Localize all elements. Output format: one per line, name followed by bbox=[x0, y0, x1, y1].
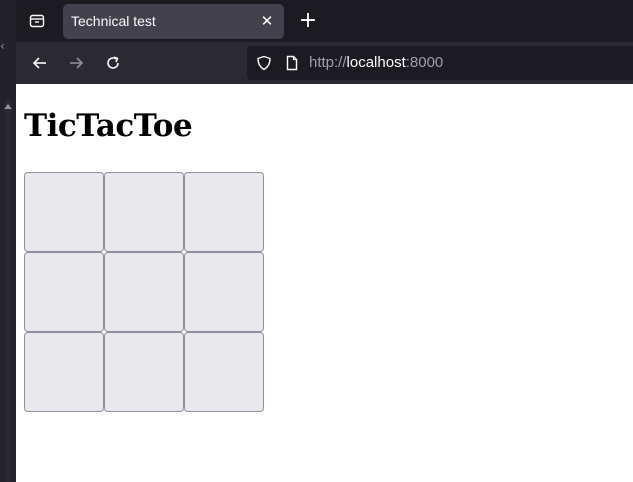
tab-technical-test[interactable]: Technical test ✕ bbox=[63, 4, 284, 39]
board-cell[interactable] bbox=[24, 172, 104, 252]
url-host: localhost bbox=[346, 54, 406, 71]
board-cell[interactable] bbox=[24, 252, 104, 332]
board-cell[interactable] bbox=[104, 252, 184, 332]
scrollbar[interactable] bbox=[5, 100, 11, 482]
tictactoe-board bbox=[24, 172, 264, 412]
board-cell[interactable] bbox=[104, 172, 184, 252]
chevron-left-icon: ‹ bbox=[0, 39, 5, 53]
tab-list-icon bbox=[29, 14, 45, 28]
tab-strip: Technical test ✕ + bbox=[16, 0, 633, 42]
board-cell[interactable] bbox=[24, 332, 104, 412]
board-cell[interactable] bbox=[184, 332, 264, 412]
back-arrow-icon bbox=[32, 57, 46, 69]
board-cell[interactable] bbox=[104, 332, 184, 412]
page-icon[interactable] bbox=[284, 55, 300, 71]
tab-title: Technical test bbox=[71, 13, 156, 29]
forward-arrow-icon bbox=[70, 57, 84, 69]
shield-icon[interactable] bbox=[256, 55, 272, 71]
page-content: TicTacToe bbox=[16, 84, 633, 482]
url-bar[interactable]: http://localhost:8000 bbox=[247, 46, 633, 80]
reload-icon bbox=[107, 56, 119, 69]
url-port: :8000 bbox=[405, 54, 444, 71]
board-cell[interactable] bbox=[184, 172, 264, 252]
reload-button[interactable] bbox=[98, 49, 128, 77]
navigation-toolbar: http://localhost:8000 bbox=[16, 42, 633, 84]
page-title: TicTacToe bbox=[24, 108, 193, 144]
close-icon[interactable]: ✕ bbox=[256, 10, 278, 32]
forward-button[interactable] bbox=[61, 49, 91, 77]
url-scheme: http:// bbox=[309, 54, 347, 71]
new-tab-button[interactable]: + bbox=[294, 8, 322, 36]
tab-list-button[interactable] bbox=[22, 5, 52, 37]
back-button[interactable] bbox=[25, 49, 55, 77]
scroll-up-arrow-icon[interactable] bbox=[4, 104, 12, 109]
url-text[interactable]: http://localhost:8000 bbox=[309, 54, 443, 71]
side-strip: ‹ bbox=[0, 0, 16, 482]
board-cell[interactable] bbox=[184, 252, 264, 332]
